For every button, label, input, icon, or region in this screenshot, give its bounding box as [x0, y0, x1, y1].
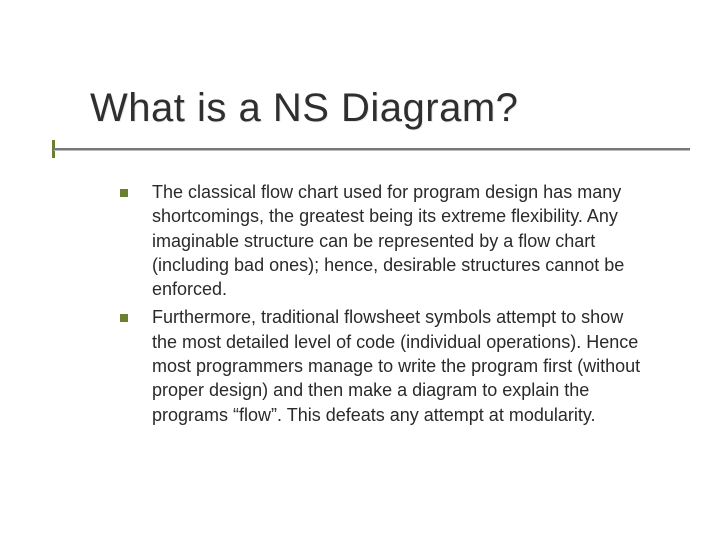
- square-bullet-icon: [120, 189, 128, 197]
- list-item: Furthermore, traditional flowsheet symbo…: [120, 305, 650, 426]
- square-bullet-icon: [120, 314, 128, 322]
- list-item-text: The classical flow chart used for progra…: [152, 180, 650, 301]
- slide-title: What is a NS Diagram?: [90, 86, 680, 131]
- list-item: The classical flow chart used for progra…: [120, 180, 650, 301]
- title-wrap: What is a NS Diagram?: [90, 86, 680, 131]
- title-underline: [54, 148, 690, 150]
- slide-body: The classical flow chart used for progra…: [120, 180, 650, 431]
- slide: What is a NS Diagram? The classical flow…: [0, 0, 720, 540]
- list-item-text: Furthermore, traditional flowsheet symbo…: [152, 305, 650, 426]
